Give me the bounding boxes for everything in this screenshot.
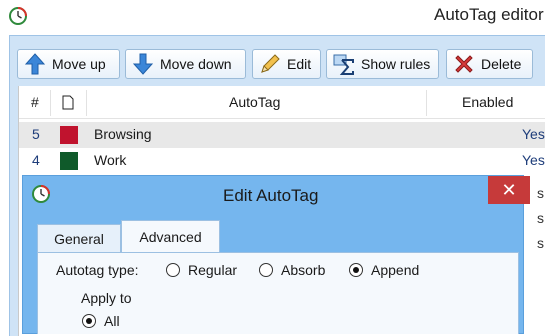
radio-append-label[interactable]: Append bbox=[371, 262, 419, 278]
color-swatch bbox=[60, 126, 78, 144]
table-row[interactable]: 4 Work Yes bbox=[19, 148, 545, 174]
list-header: # AutoTag Enabled bbox=[19, 86, 545, 119]
tab-general[interactable]: General bbox=[37, 224, 121, 253]
arrow-up-icon bbox=[24, 53, 46, 75]
radio-append[interactable] bbox=[349, 263, 363, 277]
radio-regular-label[interactable]: Regular bbox=[188, 262, 237, 278]
radio-absorb[interactable] bbox=[259, 263, 273, 277]
edit-button[interactable]: Edit bbox=[252, 49, 321, 79]
row-number: 5 bbox=[32, 126, 40, 142]
pencil-icon bbox=[259, 53, 281, 75]
show-rules-button[interactable]: Show rules bbox=[326, 49, 439, 79]
app-logo-icon bbox=[32, 185, 50, 203]
tab-advanced-label: Advanced bbox=[139, 229, 202, 245]
app-logo-icon bbox=[9, 7, 27, 25]
tab-advanced[interactable]: Advanced bbox=[121, 220, 220, 253]
column-divider bbox=[50, 90, 51, 116]
dialog-close-button[interactable]: ✕ bbox=[488, 176, 530, 204]
show-rules-label: Show rules bbox=[361, 56, 431, 72]
row-number: 4 bbox=[32, 152, 40, 168]
table-row[interactable]: 5 Browsing Yes bbox=[19, 122, 545, 148]
delete-x-icon bbox=[453, 53, 475, 75]
radio-absorb-label[interactable]: Absorb bbox=[281, 262, 325, 278]
radio-regular[interactable] bbox=[166, 263, 180, 277]
move-up-label: Move up bbox=[52, 56, 106, 72]
sigma-rules-icon bbox=[333, 53, 355, 75]
partial-enabled-text: s bbox=[537, 210, 544, 226]
partial-enabled-text: s bbox=[537, 185, 544, 201]
row-name: Browsing bbox=[94, 126, 152, 142]
move-down-button[interactable]: Move down bbox=[125, 49, 246, 79]
column-number[interactable]: # bbox=[31, 94, 39, 110]
row-enabled: Yes bbox=[522, 152, 545, 168]
delete-button[interactable]: Delete bbox=[446, 49, 533, 79]
tab-general-label: General bbox=[54, 231, 104, 247]
move-up-button[interactable]: Move up bbox=[17, 49, 120, 79]
partial-enabled-text: s bbox=[537, 235, 544, 251]
column-autotag[interactable]: AutoTag bbox=[229, 94, 280, 110]
row-name: Work bbox=[94, 152, 127, 168]
document-icon[interactable] bbox=[62, 95, 74, 113]
radio-apply-all-label[interactable]: All bbox=[104, 313, 120, 329]
main-titlebar: AutoTag editor bbox=[0, 0, 545, 33]
column-enabled[interactable]: Enabled bbox=[462, 94, 513, 110]
autotag-type-label: Autotag type: bbox=[56, 262, 139, 278]
radio-apply-all[interactable] bbox=[82, 314, 96, 328]
edit-label: Edit bbox=[287, 56, 312, 72]
delete-label: Delete bbox=[481, 56, 522, 72]
move-down-label: Move down bbox=[160, 56, 232, 72]
dialog-title: Edit AutoTag bbox=[223, 186, 319, 205]
window-title: AutoTag editor bbox=[434, 5, 544, 24]
column-divider bbox=[86, 90, 87, 116]
close-icon: ✕ bbox=[501, 179, 517, 200]
arrow-down-icon bbox=[132, 53, 154, 75]
color-swatch bbox=[60, 152, 78, 170]
apply-to-label: Apply to bbox=[81, 290, 132, 306]
row-enabled: Yes bbox=[522, 126, 545, 142]
column-divider bbox=[426, 90, 427, 116]
